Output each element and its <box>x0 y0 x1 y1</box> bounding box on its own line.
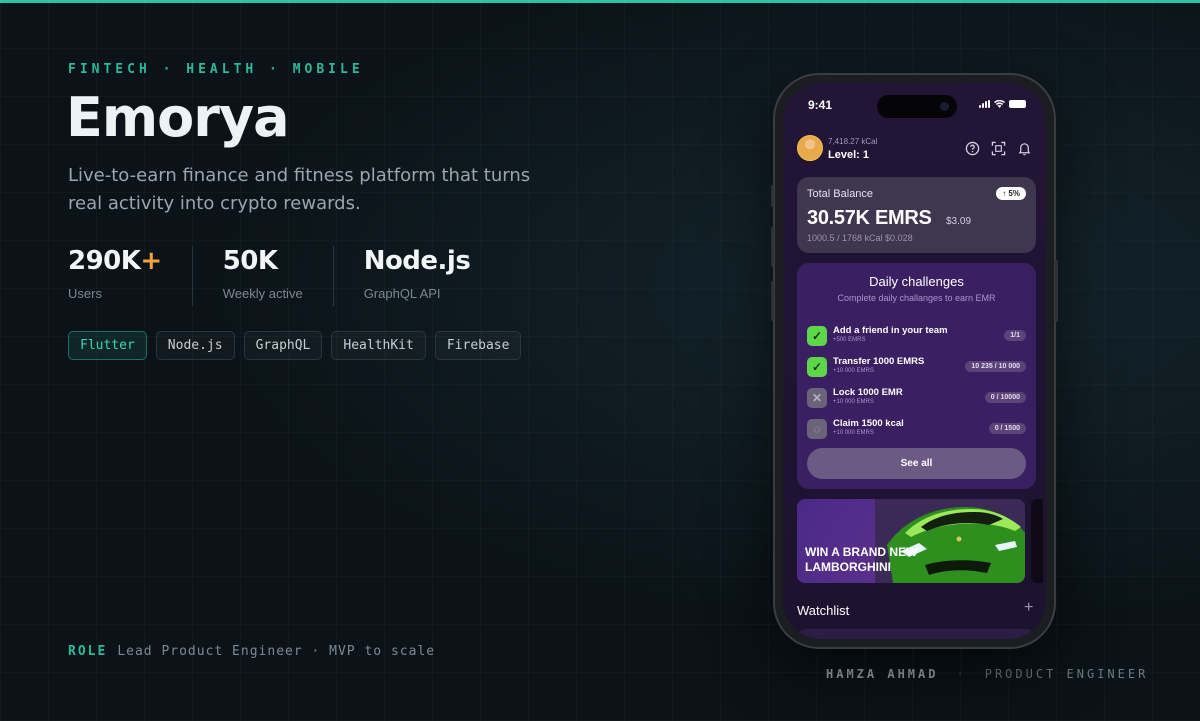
phone-power-button <box>1055 260 1058 322</box>
promo-banner[interactable]: WIN A BRAND NEW LAMBORGHINI <box>797 499 1025 583</box>
credit-separator: · <box>956 667 967 681</box>
see-all-button[interactable]: See all <box>807 448 1026 479</box>
role-key: ROLE <box>68 644 108 659</box>
phone-screen: 9:41 7,418.27 kCal Level: 1 Total Balanc… <box>783 83 1046 639</box>
challenge-name: Add a friend in your team <box>833 325 948 336</box>
credit-title: PRODUCT ENGINEER <box>984 667 1149 681</box>
promo-next-card[interactable] <box>1031 499 1043 583</box>
challenge-name: Claim 1500 kcal <box>833 418 904 429</box>
credit-name: HAMZA AHMAD <box>826 667 939 681</box>
balance-usd: $3.09 <box>946 216 972 227</box>
kcal-total: 7,418.27 kCal <box>828 137 878 146</box>
battery-icon <box>1009 100 1026 108</box>
bell-icon[interactable] <box>1017 141 1032 156</box>
signal-icon <box>979 100 990 108</box>
help-icon[interactable] <box>965 141 980 156</box>
total-balance-card[interactable]: Total Balance ↑ 5% 30.57K EMRS $3.09 100… <box>797 177 1036 253</box>
stat-value: 50K <box>222 246 278 276</box>
stat-label: GraphQL API <box>363 286 441 301</box>
flame-icon: ◌ <box>807 419 827 439</box>
chip-healthkit[interactable]: HealthKit <box>331 331 426 360</box>
chip-flutter[interactable]: Flutter <box>68 331 147 360</box>
tech-chips: Flutter Node.js GraphQL HealthKit Fireba… <box>68 331 522 360</box>
chip-nodejs[interactable]: Node.js <box>155 331 235 360</box>
challenge-reward: +10 000 EMRS <box>833 399 874 405</box>
challenge-progress: 0 / 1500 <box>988 423 1026 434</box>
stat-value: 290K+ <box>68 246 162 276</box>
check-icon: ✓ <box>807 357 827 377</box>
challenge-row[interactable]: ✓ Transfer 1000 EMRS +10 000 EMRS 10 235… <box>807 356 1026 380</box>
stat-label: Users <box>68 286 102 301</box>
status-icons <box>979 100 1026 108</box>
challenge-progress: 1/1 <box>1004 330 1026 341</box>
stat-api: Node.js GraphQL API <box>364 246 501 306</box>
app-header: 7,418.27 kCal Level: 1 <box>797 134 1033 164</box>
phone-mockup: 9:41 7,418.27 kCal Level: 1 Total Balanc… <box>771 73 1058 649</box>
balance-subtext: 1000.5 / 1768 kCal $0.028 <box>807 233 913 243</box>
add-icon[interactable]: + <box>1024 599 1033 617</box>
top-accent-bar <box>0 0 1200 3</box>
scan-icon[interactable] <box>991 141 1006 156</box>
camera-icon <box>940 102 949 111</box>
stat-label: Weekly active <box>222 286 303 301</box>
stat-weekly-active: 50K Weekly active <box>223 246 334 306</box>
credit-line: HAMZA AHMAD · PRODUCT ENGINEER <box>826 667 1148 681</box>
daily-challenges-card: Daily challenges Complete daily challang… <box>797 263 1036 489</box>
role-line: ROLE Lead Product Engineer · MVP to scale <box>68 644 435 659</box>
chip-firebase[interactable]: Firebase <box>434 331 522 360</box>
lock-icon: ✕ <box>807 388 827 408</box>
challenge-row[interactable]: ✓ Add a friend in your team +500 EMRS 1/… <box>807 325 1026 349</box>
dynamic-island <box>877 95 957 118</box>
stat-users: 290K+ Users <box>68 246 193 306</box>
balance-value: 30.57K EMRS <box>807 207 932 229</box>
avatar[interactable] <box>797 135 823 161</box>
project-title: Emorya <box>66 86 290 149</box>
challenge-reward: +10 000 EMRS <box>833 430 874 436</box>
phone-volume-down <box>771 281 774 321</box>
challenge-name: Transfer 1000 EMRS <box>833 356 925 367</box>
category-eyebrow: FINTECH · HEALTH · MOBILE <box>68 62 364 77</box>
balance-change-badge: ↑ 5% <box>996 187 1026 200</box>
challenge-progress: 0 / 10000 <box>984 392 1026 403</box>
challenge-progress: 10 235 / 10 000 <box>965 361 1026 372</box>
check-icon: ✓ <box>807 326 827 346</box>
stat-value: Node.js <box>363 246 471 276</box>
phone-action-button <box>771 185 774 207</box>
stats-row: 290K+ Users 50K Weekly active Node.js Gr… <box>68 246 530 306</box>
level-label: Level: 1 <box>828 149 869 161</box>
challenges-title: Daily challenges <box>869 274 964 289</box>
challenge-name: Lock 1000 EMR <box>833 387 903 398</box>
challenge-reward: +500 EMRS <box>833 337 866 343</box>
balance-label: Total Balance <box>807 188 874 200</box>
role-value: Lead Product Engineer · MVP to scale <box>117 644 436 659</box>
challenge-reward: +10 000 EMRS <box>833 368 874 374</box>
chip-graphql[interactable]: GraphQL <box>243 331 323 360</box>
status-time: 9:41 <box>808 98 833 112</box>
wifi-icon <box>994 100 1005 108</box>
watchlist-item-peek[interactable] <box>797 629 1036 639</box>
challenges-subtitle: Complete daily challanges to earn EMR <box>837 293 996 303</box>
challenge-row[interactable]: ✕ Lock 1000 EMR +10 000 EMRS 0 / 10000 <box>807 387 1026 411</box>
phone-volume-up <box>771 227 774 267</box>
promo-text: WIN A BRAND NEW LAMBORGHINI <box>805 545 918 574</box>
watchlist-title: Watchlist <box>797 603 850 618</box>
challenge-row[interactable]: ◌ Claim 1500 kcal +10 000 EMRS 0 / 1500 <box>807 418 1026 442</box>
project-subtitle: Live-to-earn finance and fitness platfor… <box>68 165 531 214</box>
